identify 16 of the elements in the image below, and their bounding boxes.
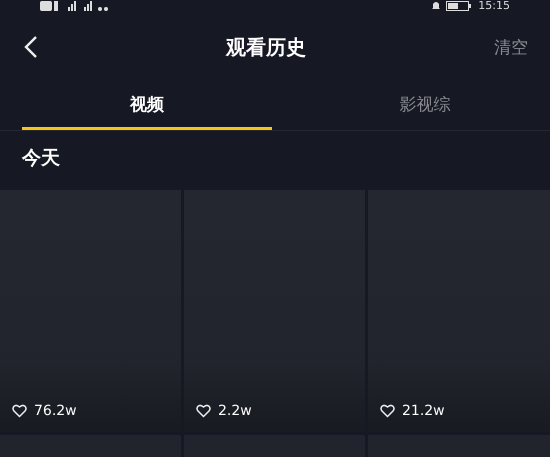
bell-icon [432, 1, 440, 11]
clear-button[interactable]: 清空 [494, 36, 528, 58]
page-title: 观看历史 [226, 34, 306, 60]
like-count: 2.2w [218, 403, 252, 419]
back-icon[interactable] [24, 35, 38, 59]
heart-icon [196, 404, 211, 418]
battery-icon [446, 1, 472, 11]
signal-icon [40, 1, 110, 11]
section-title: 今天 [20, 146, 61, 171]
status-time: 15:15 [478, 0, 510, 12]
tab[interactable]: 视频 [22, 82, 272, 130]
heart-icon [12, 404, 27, 418]
heart-icon [380, 404, 395, 418]
like-count: 76.2w [34, 403, 77, 419]
tab[interactable]: 影视综 [300, 82, 550, 130]
like-count: 21.2w [402, 403, 445, 419]
